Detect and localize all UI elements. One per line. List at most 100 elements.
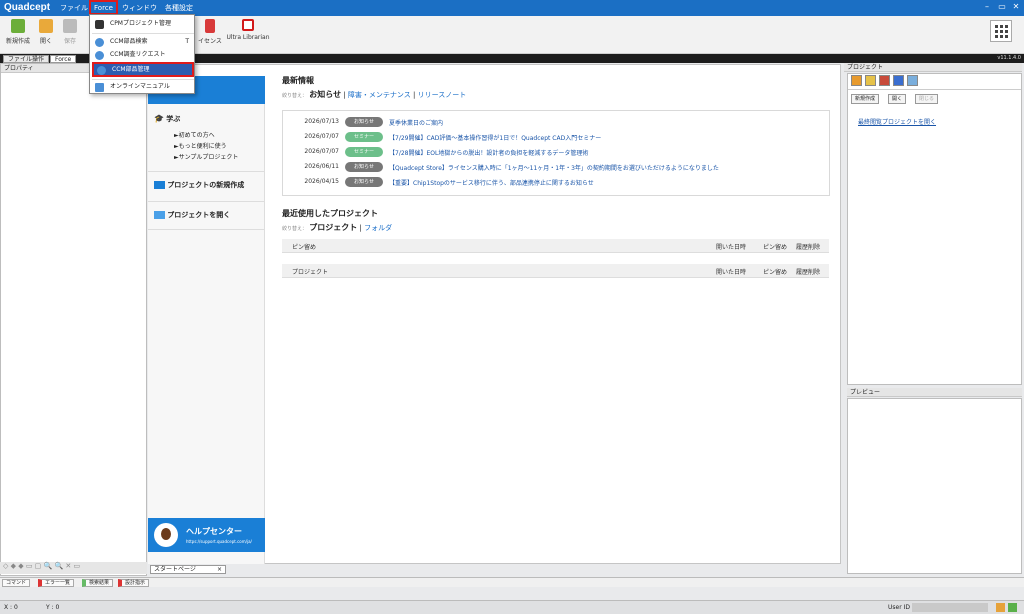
- y-coordinate: Y : 0: [46, 604, 60, 611]
- nav-link-samples[interactable]: ►サンプルプロジェクト: [174, 152, 238, 161]
- open-folder-icon: [154, 211, 165, 219]
- folder-icon: [39, 19, 53, 33]
- start-nav: 🎓 学ぶ ►初めての方へ ►もっと便利に使う ►サンプルプロジェクト プロジェク…: [148, 76, 265, 564]
- license-icon: [205, 19, 215, 33]
- recent-filter: 絞り替え： プロジェクト | フォルダ: [282, 223, 393, 232]
- new-project-link[interactable]: プロジェクトの新規作成: [154, 180, 264, 190]
- news-date: 2026/06/11: [304, 163, 339, 170]
- filter-release-notes[interactable]: リリースノート: [418, 91, 467, 99]
- news-date: 2026/04/15: [304, 178, 339, 185]
- help-center-button[interactable]: ヘルプセンター https://support.quadcept.com/ja/: [148, 518, 265, 552]
- app-logo: Quadcept: [4, 2, 51, 13]
- version-label: v11.1.4.0: [997, 55, 1021, 61]
- open-project-link[interactable]: プロジェクトを開く: [154, 210, 264, 220]
- news-badge: お知らせ: [345, 117, 383, 127]
- news-item[interactable]: 2026/04/15 お知らせ 【重要】Chip1Stopのサービス移行に伴う、部品…: [293, 176, 823, 188]
- filter-maintenance[interactable]: 障害・メンテナンス: [348, 91, 411, 99]
- menu-item-online-manual[interactable]: オンラインマニュアル: [92, 80, 194, 94]
- nav-link-advanced[interactable]: ►もっと便利に使う: [174, 141, 227, 150]
- menu-item-ccm-search[interactable]: CCM部品検索 T: [92, 35, 194, 49]
- nav-divider: [148, 201, 265, 202]
- grid-menu-icon[interactable]: [990, 20, 1012, 42]
- avatar: [154, 523, 178, 547]
- save-icon: [63, 19, 77, 33]
- menu-item-cpm-project[interactable]: CPMプロジェクト管理: [92, 17, 194, 31]
- left-toolbar: ◇ ◆ ◆ ▭ ▢ 🔍 🔍 ✕ ▭: [0, 562, 147, 574]
- license-button[interactable]: イセンス: [196, 19, 224, 51]
- news-link[interactable]: 【重要】Chip1Stopのサービス移行に伴う、部品連携停止に関するお知らせ: [389, 178, 594, 187]
- right-panel: プロジェクト 新規作成 開く 閉じる 最終閲覧プロジェクトを開く プレビュー: [844, 63, 1024, 576]
- force-menu-dropdown: CPMプロジェクト管理 CCM部品検索 T CCM調査リクエスト CCM部品管理 …: [89, 14, 195, 94]
- news-item[interactable]: 2026/07/07 セミナー 【7/29開催】CAD評価～基本操作習得が1日で！Q…: [293, 131, 823, 143]
- filter-folders[interactable]: フォルダ: [364, 224, 392, 232]
- help-url: https://support.quadcept.com/ja/: [186, 539, 252, 544]
- graduation-cap-icon: 🎓: [154, 114, 164, 123]
- chat-icon[interactable]: [893, 75, 904, 86]
- news-link[interactable]: 夏季休業日のご案内: [389, 118, 443, 127]
- project-icon[interactable]: [851, 75, 862, 86]
- close-project-button[interactable]: 閉じる: [915, 94, 939, 104]
- settings-icon[interactable]: [907, 75, 918, 86]
- news-badge: お知らせ: [345, 162, 383, 172]
- close-button[interactable]: ✕: [1009, 2, 1023, 14]
- news-badge: お知らせ: [345, 177, 383, 187]
- stack-icon[interactable]: [879, 75, 890, 86]
- tab-errors[interactable]: エラー一覧: [38, 579, 75, 587]
- menu-file[interactable]: ファイル: [60, 3, 88, 13]
- check-icon[interactable]: [1008, 603, 1017, 612]
- learn-title: 学ぶ: [166, 115, 181, 123]
- news-title: 最新情報: [282, 76, 314, 85]
- news-item[interactable]: 2026/07/13 お知らせ 夏季休業日のご案内: [293, 116, 823, 128]
- menu-settings[interactable]: 各種設定: [165, 3, 193, 13]
- news-filter: 絞り替え： お知らせ | 障害・メンテナンス | リリースノート: [282, 90, 467, 99]
- menu-force[interactable]: Force: [89, 0, 118, 15]
- close-icon[interactable]: ×: [217, 566, 225, 573]
- tab-start-page[interactable]: スタートページ ×: [150, 565, 226, 574]
- recent-title: 最近使用したプロジェクト: [282, 209, 378, 218]
- news-item[interactable]: 2026/06/11 お知らせ 【Quadcept Store】ライセンス購入時に「…: [293, 161, 823, 173]
- menu-item-ccm-request[interactable]: CCM調査リクエスト: [92, 48, 194, 62]
- news-link[interactable]: 【7/28開催】EOL地獄からの脱出！設計者の負担を軽減するデータ管理術: [389, 148, 588, 157]
- menu-divider: [92, 33, 194, 34]
- menu-window[interactable]: ウィンドウ: [122, 3, 157, 13]
- book-icon[interactable]: [865, 75, 876, 86]
- nav-link-beginners[interactable]: ►初めての方へ: [174, 130, 215, 139]
- status-bar: X : 0 Y : 0 User ID :: [0, 600, 1024, 614]
- save-button[interactable]: 保存: [60, 19, 80, 51]
- tab-force[interactable]: Force: [50, 55, 77, 63]
- news-badge: セミナー: [345, 132, 383, 142]
- news-date: 2026/07/13: [304, 118, 339, 125]
- project-panel: 新規作成 開く 閉じる 最終閲覧プロジェクトを開く: [847, 73, 1022, 385]
- new-project-button[interactable]: 新規作成: [851, 94, 880, 104]
- filter-projects[interactable]: プロジェクト: [309, 223, 357, 232]
- news-link[interactable]: 【Quadcept Store】ライセンス購入時に「1ヶ月～11ヶ月・1年・3年…: [389, 163, 719, 172]
- tab-search-results[interactable]: 検索結果: [82, 579, 114, 587]
- bottom-tabs: コマンド エラー一覧 検索結果 設計指示: [0, 577, 1024, 587]
- new-icon: [11, 19, 25, 33]
- edit-icon[interactable]: [996, 603, 1005, 612]
- tab-file-ops[interactable]: ファイル操作: [3, 55, 50, 63]
- news-link[interactable]: 【7/29開催】CAD評価～基本操作習得が1日で！Quadcept CAD入門セ…: [389, 133, 601, 142]
- maximize-button[interactable]: ▭: [995, 2, 1009, 14]
- ultra-librarian-button[interactable]: Ultra Librarian: [226, 19, 270, 51]
- x-coordinate: X : 0: [4, 604, 18, 611]
- learn-section: 🎓 学ぶ: [154, 114, 264, 124]
- news-date: 2026/07/07: [304, 133, 339, 140]
- tab-design-instructions[interactable]: 設計指示: [118, 579, 150, 587]
- tab-command[interactable]: コマンド: [2, 579, 31, 587]
- news-item[interactable]: 2026/07/07 セミナー 【7/28開催】EOL地獄からの脱出！設計者の負担を…: [293, 146, 823, 158]
- minimize-button[interactable]: –: [980, 2, 994, 14]
- pinned-table-header: ピン留め 開いた日時 ピン留め 履歴削除: [282, 239, 829, 253]
- ultra-librarian-icon: [242, 19, 254, 31]
- new-button[interactable]: 新規作成: [4, 19, 32, 51]
- open-project-button[interactable]: 開く: [888, 94, 907, 104]
- project-table-header: プロジェクト 開いた日時 ピン留め 履歴削除: [282, 264, 829, 278]
- news-badge: セミナー: [345, 147, 383, 157]
- preview-panel: [847, 398, 1022, 574]
- open-last-project-link[interactable]: 最終閲覧プロジェクトを開く: [858, 117, 936, 126]
- nav-divider: [148, 229, 265, 230]
- menu-item-ccm-parts-management[interactable]: CCM部品管理: [92, 62, 194, 77]
- open-button[interactable]: 開く: [36, 19, 56, 51]
- filter-notice[interactable]: お知らせ: [309, 90, 341, 99]
- news-list: 2026/07/13 お知らせ 夏季休業日のご案内 2026/07/07 セミナー 【7/…: [282, 110, 830, 196]
